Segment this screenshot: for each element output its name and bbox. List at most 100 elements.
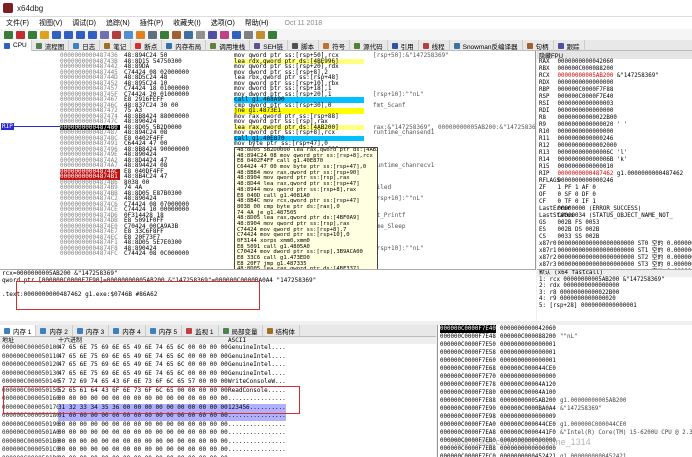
dump-row[interactable]: 000000C000050100 47 65 6E 75 69 6E 65 49 … <box>0 344 436 353</box>
stack-row[interactable]: 000000C0000F7E50 0000000000000001 <box>438 341 692 349</box>
toolbar-button-icon[interactable] <box>232 30 241 39</box>
stack-row[interactable]: 000000C0000F7EA8 000000C0000441F0 &"Intel(… <box>438 429 692 437</box>
tab-11[interactable]: 引用 <box>388 40 419 51</box>
stack-row[interactable]: 000000C0000F7EA0 000000C000044CE0 g1.00000… <box>438 421 692 429</box>
menu-item[interactable]: 调试(D) <box>72 18 96 28</box>
toolbar-button-icon[interactable] <box>52 30 61 39</box>
register-row[interactable]: RBX 000000C000088200 <box>537 66 692 73</box>
toolbar-button-icon[interactable] <box>196 30 205 39</box>
register-row[interactable]: R13 000000000000006C 'l' <box>537 150 692 157</box>
dump-tab-3[interactable]: 内存 4 <box>109 325 146 336</box>
stack-row[interactable]: 000000C0000F7EC0 0000000000452421 g1.00000… <box>438 453 692 457</box>
dump-tab-6[interactable]: 局部变量 <box>219 325 263 336</box>
register-row[interactable]: ZF 1 PF 1 AF 0 <box>537 185 692 192</box>
register-row[interactable]: LastStatus C0000034 (STATUS_OBJECT_NAME_… <box>537 213 692 220</box>
menu-item[interactable]: 选项(O) <box>211 18 235 28</box>
register-row[interactable]: ES 002B DS 002B <box>537 227 692 234</box>
menu-item[interactable]: 追踪(N) <box>106 18 130 28</box>
register-row[interactable]: x87r2 0000000000000000000000 ST2 空的 0.00… <box>537 255 692 262</box>
tab-1[interactable]: 流程图 <box>32 40 70 51</box>
tab-10[interactable]: 源代码 <box>350 40 388 51</box>
registers-header[interactable]: 隐藏FPU <box>537 51 692 60</box>
menu-item[interactable]: 帮助(H) <box>245 18 269 28</box>
tab-0[interactable]: CPU <box>0 40 32 51</box>
toolbar-button-icon[interactable] <box>112 30 121 39</box>
register-row[interactable]: R10 0000000000000000 <box>537 129 692 136</box>
stack-row[interactable]: 000000C0000F7E40 0000000000042060 <box>438 325 692 333</box>
toolbar-button-icon[interactable] <box>268 30 277 39</box>
stack-row[interactable]: 000000C0000F7E60 0000000000000001 <box>438 357 692 365</box>
toolbar-button-icon[interactable] <box>16 30 25 39</box>
menu-item[interactable]: 视图(V) <box>39 18 62 28</box>
toolbar-button-icon[interactable] <box>28 30 37 39</box>
register-row[interactable]: R12 00000000000002000 <box>537 143 692 150</box>
toolbar-button-icon[interactable] <box>76 30 85 39</box>
register-row[interactable]: LastError 00000000 (ERROR_SUCCESS) <box>537 206 692 213</box>
dump-tab-0[interactable]: 内存 1 <box>0 325 37 336</box>
toolbar-button-icon[interactable] <box>172 30 181 39</box>
dump-tab-4[interactable]: 内存 5 <box>146 325 183 336</box>
menu-item[interactable]: 插件(P) <box>140 18 163 28</box>
toolbar-button-icon[interactable] <box>148 30 157 39</box>
stack-row[interactable]: 000000C0000F7E80 000000C00004A100 <box>438 389 692 397</box>
tab-8[interactable]: 脚本 <box>288 40 320 51</box>
register-row[interactable]: RAX 0000000000042060 <box>537 59 692 66</box>
toolbar-button-icon[interactable] <box>100 30 109 39</box>
stack-row[interactable]: 000000C0000F7E90 000000C0000BA0A4 &"147258… <box>438 405 692 413</box>
register-row[interactable]: GS 002B FS 0053 <box>537 220 692 227</box>
tab-4[interactable]: 断点 <box>131 40 163 51</box>
dump-tab-2[interactable]: 内存 3 <box>73 325 110 336</box>
stack-row[interactable]: 000000C0000F7E78 000000C00004A120 <box>438 381 692 389</box>
register-row[interactable]: R8 00000000000022B00 <box>537 115 692 122</box>
tab-9[interactable]: 符号 <box>319 40 351 51</box>
register-row[interactable]: OF 0 SF 0 DF 0 <box>537 192 692 199</box>
toolbar-button-icon[interactable] <box>244 30 253 39</box>
dump-tab-1[interactable]: 内存 2 <box>36 325 73 336</box>
register-row[interactable]: RBP 000000C0000F7F88 <box>537 87 692 94</box>
register-row[interactable]: x87r3 0000000000000000000000 ST3 空的 0.00… <box>537 262 692 269</box>
dump-row[interactable]: 000000C0000501B0 00 00 00 00 00 00 00 00 … <box>0 438 436 447</box>
stack-row[interactable]: 000000C0000F7E48 000000C000088200 ""nL" <box>438 333 692 341</box>
tab-5[interactable]: 内存布局 <box>162 40 207 51</box>
toolbar-button-icon[interactable] <box>208 30 217 39</box>
toolbar-button-icon[interactable] <box>256 30 265 39</box>
arguments-pane[interactable]: 默认 (x64 fastcall) 1: rcx 00000000005AB20… <box>537 269 692 321</box>
tab-12[interactable]: 线程 <box>419 40 450 51</box>
toolbar-button-icon[interactable] <box>88 30 97 39</box>
toolbar-button-icon[interactable] <box>124 30 133 39</box>
register-row[interactable]: x87r0 0000000000000000000000 ST0 空的 0.00… <box>537 241 692 248</box>
register-row[interactable]: RSI 0000000000000003 <box>537 101 692 108</box>
toolbar-button-icon[interactable] <box>220 30 229 39</box>
register-row[interactable]: RDX 0000000000000000 <box>537 80 692 87</box>
dump-tab-5[interactable]: 监视 1 <box>182 325 219 336</box>
tab-3[interactable]: 笔记 <box>100 40 132 51</box>
toolbar-button-icon[interactable] <box>64 30 73 39</box>
tab-2[interactable]: 日志 <box>69 40 101 51</box>
register-row[interactable]: CF 0 TF 0 IF 1 <box>537 199 692 206</box>
dump-row[interactable]: 000000C0000501A0 00 00 00 00 00 00 00 00 … <box>0 429 436 438</box>
tab-13[interactable]: Snowman反编译器 <box>450 40 523 51</box>
register-row[interactable]: R9 0000000000000020 ' ' <box>537 122 692 129</box>
stack-row[interactable]: 000000C0000F7E70 0000000000000000 <box>438 373 692 381</box>
toolbar-button-icon[interactable] <box>184 30 193 39</box>
stack-row[interactable]: 000000C0000F7E68 000000C000044CE0 <box>438 365 692 373</box>
stack-row[interactable]: 000000C0000F7E88 00000000005AB200 g1.00000… <box>438 397 692 405</box>
toolbar-button-icon[interactable] <box>160 30 169 39</box>
register-row[interactable]: RFLAGS 0000000000000246 <box>537 178 692 185</box>
register-row[interactable]: RIP 0000000000487462 g1.0000000000487462 <box>537 171 692 178</box>
dump-row[interactable]: 000000C0000501C0 00 00 00 00 00 00 00 00 … <box>0 446 436 455</box>
register-row[interactable]: R11 0000000000000246 <box>537 136 692 143</box>
registers-panel[interactable]: 隐藏FPU RAX 0000000000042060 RBX 000000C00… <box>537 51 692 269</box>
register-row[interactable]: RCX 00000000005AB200 &"147258369" <box>537 73 692 80</box>
dump-row[interactable]: 000000C000050190 00 00 00 00 00 00 00 00 … <box>0 421 436 430</box>
register-row[interactable]: x87r1 0000000000000000000000 ST1 空的 0.00… <box>537 248 692 255</box>
tab-6[interactable]: 调用堆栈 <box>206 40 251 51</box>
stack-row[interactable]: 000000C0000F7E58 0000000000000001 <box>438 349 692 357</box>
register-row[interactable]: RSP 000000C0000F7E40 <box>537 94 692 101</box>
dump-tab-7[interactable]: 结构体 <box>263 325 301 336</box>
toolbar-button-icon[interactable] <box>4 30 13 39</box>
register-row[interactable]: R14 000000000000006B 'k' <box>537 157 692 164</box>
register-row[interactable]: RDI 0000000000000000 <box>537 108 692 115</box>
menu-item[interactable]: 收藏夹(I) <box>173 18 201 28</box>
tab-15[interactable]: 跟踪 <box>554 40 585 51</box>
